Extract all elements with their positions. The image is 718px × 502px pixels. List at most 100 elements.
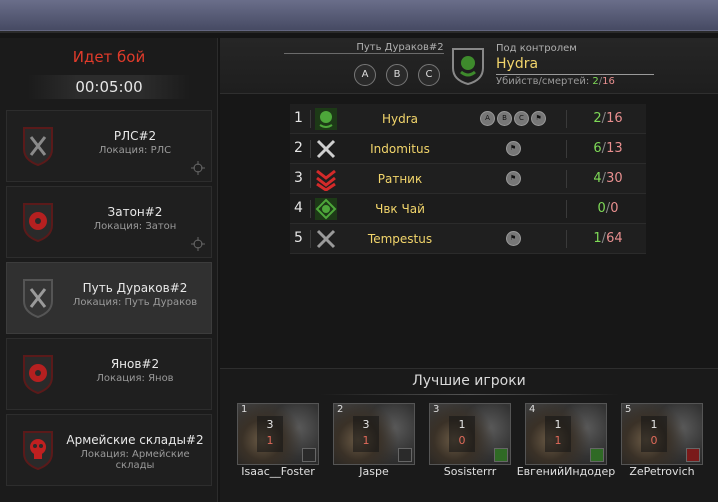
kill-death: 2/16 xyxy=(593,111,623,126)
point-a-icon: A xyxy=(480,111,495,126)
player-name: Isaac__Foster xyxy=(241,465,315,478)
divider xyxy=(320,394,620,395)
battle-status: Идет бой xyxy=(72,48,146,66)
point-a-icon[interactable]: A xyxy=(354,64,376,86)
crossed-swords-icon xyxy=(316,229,336,249)
best-players-section: Лучшие игроки 1 31 Isaac__Foster 2 31 Ja… xyxy=(220,368,718,502)
player-card[interactable]: 5 10 xyxy=(621,403,703,465)
point-icons: ⚑ xyxy=(470,231,556,250)
faction-name: Hydra xyxy=(381,112,419,126)
player-rank: 1 xyxy=(241,404,248,415)
crossed-swords-icon xyxy=(302,448,316,462)
skull-icon xyxy=(23,431,53,471)
location-title: Путь Дураков#2 xyxy=(82,281,188,295)
location-item-rls[interactable]: РЛС#2 Локация: РЛС xyxy=(6,110,212,182)
location-subtitle: Локация: Путь Дураков xyxy=(72,297,198,308)
crosshair-icon xyxy=(191,161,205,175)
flag-icon: ⚑ xyxy=(505,171,521,186)
kill-death: 4/30 xyxy=(593,171,623,186)
rank: 5 xyxy=(294,230,303,246)
player-rank: 3 xyxy=(433,404,440,415)
chevron-rank-icon xyxy=(686,448,700,462)
green-emblem-icon xyxy=(494,448,508,462)
kill-death: 6/13 xyxy=(593,141,623,156)
control-label: Под контролем xyxy=(496,43,577,54)
player-name: ЕвгенийИндодер xyxy=(516,465,616,478)
player-card[interactable]: 2 31 xyxy=(333,403,415,465)
player-name: Jaspe xyxy=(359,465,389,478)
location-item-yanov[interactable]: Янов#2 Локация: Янов xyxy=(6,338,212,410)
battle-timer: 00:05:00 xyxy=(28,75,190,99)
divider xyxy=(496,74,654,75)
point-icons: ⚑ xyxy=(470,141,556,160)
location-title: РЛС#2 xyxy=(113,129,157,143)
divider xyxy=(284,53,444,54)
chevron-rank-icon xyxy=(316,169,336,191)
location-header: Путь Дураков#2 A B C Под контролем Hydra… xyxy=(220,38,718,94)
player-rank: 4 xyxy=(529,404,536,415)
rank: 2 xyxy=(294,140,303,156)
controlling-faction: Hydra xyxy=(496,56,539,72)
location-subtitle: Локация: Затон xyxy=(93,221,177,232)
rank: 1 xyxy=(294,110,303,126)
point-icons: A B C ⚑ xyxy=(470,111,556,130)
player-card[interactable]: 1 31 xyxy=(237,403,319,465)
point-c-icon[interactable]: C xyxy=(418,64,440,86)
hydra-emblem-icon xyxy=(452,48,484,86)
hydra-emblem-icon xyxy=(315,108,337,130)
rank: 3 xyxy=(294,170,303,186)
location-item-zaton[interactable]: Затон#2 Локация: Затон xyxy=(6,186,212,258)
table-row: 4 Чвк Чай 0/0 xyxy=(290,194,646,224)
player-stats: 10 xyxy=(449,416,475,452)
faction-name: Чвк Чай xyxy=(375,202,425,216)
radiation-icon xyxy=(23,203,53,243)
faction-name: Ратник xyxy=(377,172,423,186)
crossed-swords-icon xyxy=(316,139,336,159)
point-c-icon: C xyxy=(514,111,529,126)
player-card[interactable]: 4 11 xyxy=(525,403,607,465)
flag-icon: ⚑ xyxy=(505,231,521,246)
hydra-emblem-icon xyxy=(590,448,604,462)
green-emblem-icon xyxy=(315,198,337,220)
location-item-put-durakov[interactable]: Путь Дураков#2 Локация: Путь Дураков xyxy=(6,262,212,334)
player-name: Sosisterrr xyxy=(443,465,497,478)
top-bar xyxy=(0,0,718,33)
battle-details-panel: Путь Дураков#2 A B C Под контролем Hydra… xyxy=(220,38,718,502)
kd-label: Убийств/смертей: xyxy=(496,76,590,87)
player-rank: 2 xyxy=(337,404,344,415)
location-title: Янов#2 xyxy=(110,357,160,371)
crossed-swords-icon xyxy=(23,127,53,167)
crosshair-icon xyxy=(191,237,205,251)
location-title: Затон#2 xyxy=(107,205,163,219)
best-players-title: Лучшие игроки xyxy=(412,373,526,389)
crossed-swords-icon xyxy=(23,279,53,319)
table-row: 1 Hydra A B C ⚑ 2/16 xyxy=(290,104,646,134)
player-stats: 31 xyxy=(257,416,283,452)
point-b-icon: B xyxy=(497,111,512,126)
location-title: Армейские склады#2 xyxy=(66,433,204,447)
crossed-swords-icon xyxy=(398,448,412,462)
table-row: 2 Indomitus ⚑ 6/13 xyxy=(290,134,646,164)
factions-table: 1 Hydra A B C ⚑ 2/16 2 Indomitus ⚑ 6/13 3 xyxy=(290,104,646,254)
kill-death-summary: Убийств/смертей: 2/16 xyxy=(496,76,615,87)
kill-death: 0/0 xyxy=(597,201,619,216)
player-card[interactable]: 3 10 xyxy=(429,403,511,465)
location-subtitle: Локация: Армейские склады xyxy=(80,449,190,471)
location-subtitle: Локация: Янов xyxy=(96,373,174,384)
location-subtitle: Локация: РЛС xyxy=(98,145,172,156)
flag-icon: ⚑ xyxy=(505,141,521,156)
player-rank: 5 xyxy=(625,404,632,415)
point-b-icon[interactable]: B xyxy=(386,64,408,86)
faction-name: Tempestus xyxy=(367,232,433,246)
kill-death: 1/64 xyxy=(593,231,623,246)
location-item-army-warehouses[interactable]: Армейские склады#2 Локация: Армейские ск… xyxy=(6,414,212,486)
player-stats: 31 xyxy=(353,416,379,452)
point-icons: ⚑ xyxy=(470,171,556,190)
locations-panel: Идет бой 00:05:00 РЛС#2 Локация: РЛС Зат… xyxy=(0,38,218,502)
radiation-icon xyxy=(23,355,53,395)
flag-icon: ⚑ xyxy=(531,111,546,126)
rank: 4 xyxy=(294,200,303,216)
faction-name: Indomitus xyxy=(370,142,430,156)
player-stats: 11 xyxy=(545,416,571,452)
header-location-name: Путь Дураков#2 xyxy=(356,42,444,53)
